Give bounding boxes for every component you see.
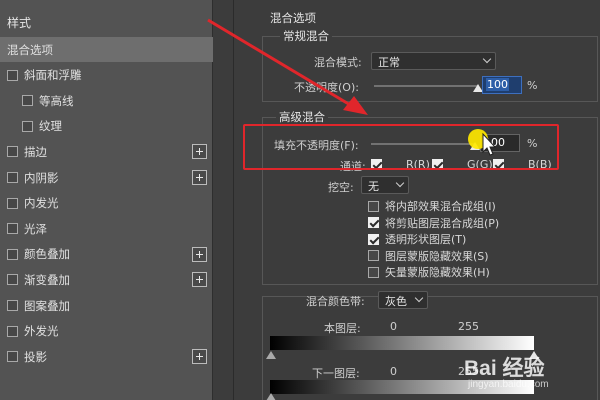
style-item[interactable]: 等高线 — [0, 88, 213, 113]
style-item-label: 渐变叠加 — [24, 272, 70, 287]
knockout-dropdown[interactable]: 无 — [361, 176, 409, 194]
opacity-unit: % — [527, 79, 538, 92]
advanced-option-checkbox[interactable] — [368, 200, 379, 212]
this-layer-high-value: 255 — [458, 320, 479, 333]
add-style-plus-icon[interactable] — [192, 144, 207, 160]
advanced-option-checkbox[interactable] — [368, 250, 379, 261]
style-item[interactable]: 颜色叠加 — [0, 242, 213, 267]
advanced-option-checkbox[interactable] — [368, 217, 379, 228]
advanced-option[interactable]: 将剪贴图层混合成组(P) — [368, 215, 499, 231]
style-checkbox[interactable] — [7, 223, 18, 235]
style-item[interactable]: 纹理 — [0, 114, 213, 139]
style-item[interactable]: 内发光 — [0, 191, 213, 216]
advanced-option-label: 图层蒙版隐藏效果(S) — [385, 249, 489, 263]
this-layer-low-value: 0 — [390, 320, 397, 333]
opacity-slider-track[interactable] — [374, 85, 478, 87]
style-item-label: 描边 — [24, 144, 47, 159]
this-layer-low-handle[interactable] — [266, 351, 276, 359]
style-checkbox[interactable] — [7, 69, 18, 81]
style-item[interactable]: 斜面和浮雕 — [0, 63, 213, 88]
opacity-input[interactable]: 100 — [482, 76, 522, 94]
add-style-plus-icon[interactable] — [192, 272, 207, 288]
advanced-option-label: 矢量蒙版隐藏效果(H) — [385, 266, 490, 279]
advanced-option[interactable]: 图层蒙版隐藏效果(S) — [368, 248, 489, 264]
knockout-value: 无 — [368, 180, 379, 193]
chevron-down-icon — [414, 293, 424, 303]
this-layer-gradient — [270, 336, 534, 350]
blend-if-label: 混合颜色带: — [306, 295, 365, 308]
annotation-highlight-box — [243, 124, 559, 170]
underlying-layer-low-handle[interactable] — [266, 393, 276, 400]
style-checkbox[interactable] — [7, 300, 18, 311]
chevron-down-icon — [482, 54, 492, 64]
style-checkbox[interactable] — [7, 197, 18, 209]
blend-if-dropdown[interactable]: 灰色 — [378, 291, 428, 309]
advanced-option-label: 将内部效果混合成组(I) — [385, 200, 496, 213]
style-checkbox[interactable] — [7, 248, 18, 260]
style-checkbox[interactable] — [7, 274, 18, 286]
blend-mode-dropdown[interactable]: 正常 — [371, 52, 496, 70]
styles-panel-title: 样式 — [7, 16, 32, 30]
style-item-label: 斜面和浮雕 — [24, 68, 82, 83]
blending-options-title: 混合选项 — [270, 11, 316, 25]
watermark-brand: Bai 经验 — [464, 357, 545, 380]
style-checkbox[interactable] — [22, 120, 33, 132]
advanced-option-checkbox[interactable] — [368, 266, 379, 278]
style-item-label: 纹理 — [39, 119, 62, 134]
style-item-label: 光泽 — [24, 221, 47, 236]
add-style-plus-icon[interactable] — [192, 170, 207, 185]
style-checkbox[interactable] — [7, 325, 18, 337]
blend-mode-value: 正常 — [378, 56, 400, 69]
style-checkbox[interactable] — [7, 172, 18, 183]
style-item[interactable]: 内阴影 — [0, 165, 213, 190]
style-item[interactable]: 光泽 — [0, 216, 213, 241]
general-blending-title: 常规混合 — [280, 28, 332, 44]
advanced-option-checkbox[interactable] — [368, 233, 379, 245]
advanced-option[interactable]: 透明形状图层(T) — [368, 231, 466, 247]
style-item-label: 颜色叠加 — [24, 247, 70, 262]
style-item-label: 内阴影 — [24, 170, 59, 185]
styles-panel: 样式 混合选项斜面和浮雕等高线纹理描边内阴影内发光光泽颜色叠加渐变叠加图案叠加外… — [0, 0, 213, 400]
style-checkbox[interactable] — [7, 351, 18, 363]
underlying-layer-low-value: 0 — [390, 365, 397, 378]
add-style-plus-icon[interactable] — [192, 246, 207, 262]
style-checkbox[interactable] — [22, 95, 33, 107]
add-style-plus-icon[interactable] — [192, 349, 207, 365]
blending-options-panel: 混合选项 常规混合 混合模式: 正常 不透明度(O): 100 % 高级混合 填… — [233, 0, 600, 400]
advanced-option-label: 将剪贴图层混合成组(P) — [385, 216, 500, 230]
style-item[interactable]: 混合选项 — [0, 37, 213, 62]
style-item-label: 等高线 — [39, 93, 74, 108]
advanced-option-label: 透明形状图层(T) — [385, 233, 467, 246]
blend-mode-label: 混合模式: — [314, 56, 362, 69]
style-item[interactable]: 渐变叠加 — [0, 267, 213, 292]
underlying-layer-label: 下一图层: — [312, 367, 360, 380]
advanced-blending-title: 高级混合 — [276, 109, 328, 125]
style-item[interactable]: 图案叠加 — [0, 293, 213, 318]
opacity-label: 不透明度(O): — [294, 81, 359, 94]
baidu-watermark: Bai 经验 jingyan.baidu.com — [458, 352, 598, 398]
style-checkbox[interactable] — [7, 146, 18, 158]
style-item-label: 混合选项 — [7, 42, 53, 57]
style-item-label: 图案叠加 — [24, 298, 70, 313]
style-item-label: 内发光 — [24, 196, 59, 211]
chevron-down-icon — [395, 178, 405, 188]
advanced-option[interactable]: 矢量蒙版隐藏效果(H) — [368, 264, 490, 280]
knockout-label: 挖空: — [328, 181, 354, 194]
this-layer-label: 本图层: — [324, 322, 361, 335]
style-item[interactable]: 外发光 — [0, 319, 213, 344]
advanced-option[interactable]: 将内部效果混合成组(I) — [368, 198, 496, 214]
style-item[interactable]: 描边 — [0, 139, 213, 164]
blend-if-value: 灰色 — [385, 295, 407, 308]
style-item-label: 投影 — [24, 349, 47, 364]
style-item-label: 外发光 — [24, 324, 59, 339]
watermark-url: jingyan.baidu.com — [468, 379, 549, 390]
style-item[interactable]: 投影 — [0, 344, 213, 369]
